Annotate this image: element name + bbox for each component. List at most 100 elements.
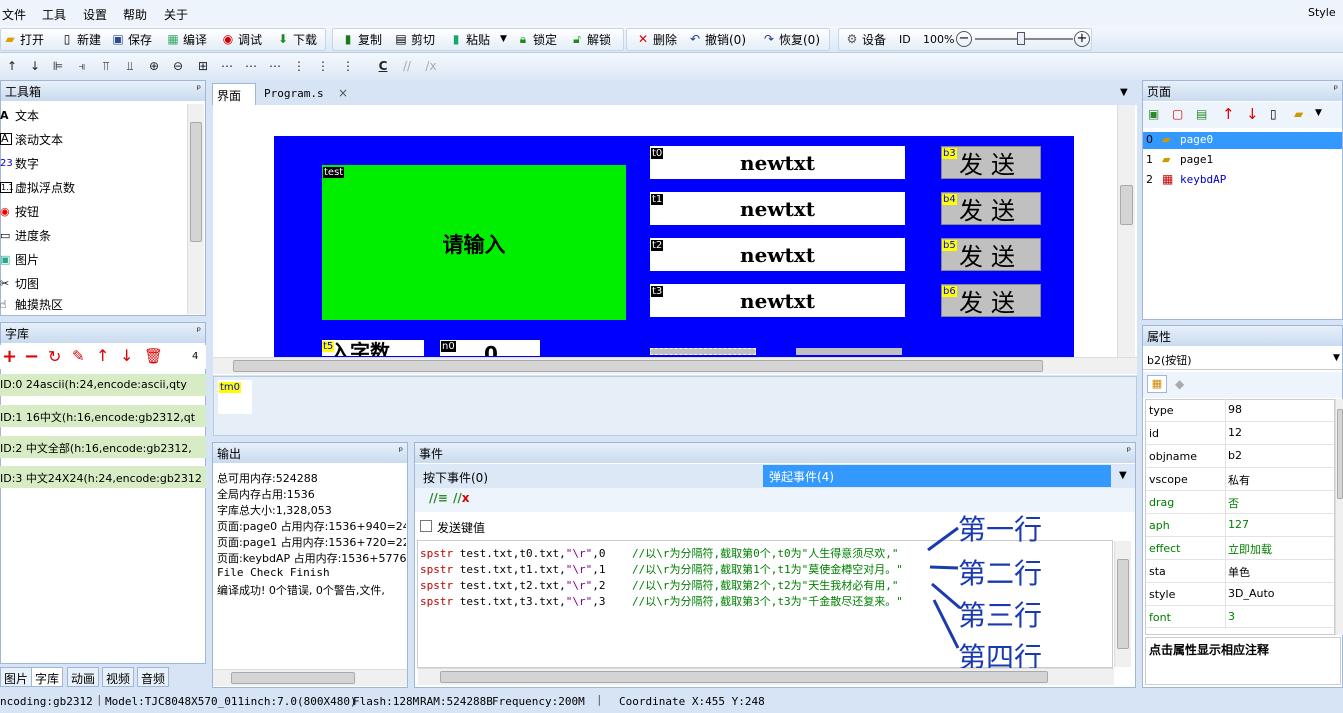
copy-page-icon[interactable]: ▯: [1270, 107, 1277, 121]
canvas-hscroll-thumb[interactable]: [233, 360, 1043, 372]
property-row-objname[interactable]: objname b2: [1146, 445, 1334, 468]
page-up-icon[interactable]: ↑: [1222, 105, 1235, 123]
tab-release-event[interactable]: 弹起事件(4): [763, 465, 1111, 487]
text-component-t5[interactable]: 入字数: [322, 340, 424, 356]
toolbox-item-hotspot[interactable]: ☝ 触摸热区: [0, 295, 63, 313]
menu-settings[interactable]: 设置: [83, 6, 107, 23]
id-toggle[interactable]: ID: [899, 30, 911, 48]
text-component-t2[interactable]: newtxt: [650, 238, 905, 271]
copy-button[interactable]: ▮ 复制: [341, 30, 382, 48]
font-up-icon[interactable]: ↑: [96, 346, 109, 365]
canvas-vscroll-thumb[interactable]: [1120, 185, 1133, 225]
pages-dropdown-icon[interactable]: ▼: [1315, 108, 1322, 118]
paste-dropdown-icon[interactable]: ▼: [500, 34, 507, 44]
code-vscroll-thumb[interactable]: [1117, 559, 1129, 649]
undo-button[interactable]: ↶ 撤销(0): [688, 30, 746, 48]
toolbox-item-progress[interactable]: ▭ 进度条: [0, 223, 51, 247]
menu-tools[interactable]: 工具: [42, 6, 66, 23]
property-row-vscope[interactable]: vscope 私有: [1146, 468, 1334, 491]
toolbox-item-crop[interactable]: ✂ 切图: [0, 271, 39, 295]
page-name[interactable]: keybdAP: [1180, 173, 1226, 186]
page-name[interactable]: page1: [1180, 153, 1213, 166]
object-selector[interactable]: b2(按钮) ▼: [1143, 348, 1342, 370]
edit-font-icon[interactable]: ✎: [72, 347, 85, 365]
refresh-font-icon[interactable]: ↻: [48, 347, 61, 366]
property-row-aph[interactable]: aph 127: [1146, 514, 1334, 537]
events-icon[interactable]: ◆: [1175, 377, 1184, 391]
menu-file[interactable]: 文件: [2, 6, 26, 23]
paste-button[interactable]: ▮ 粘贴 ▼: [449, 30, 507, 48]
property-row-drag[interactable]: drag 否: [1146, 491, 1334, 514]
code-line[interactable]: spstr test.txt,t3.txt,"\r",3 //以\r为分隔符,截…: [420, 593, 903, 609]
align-right-icon[interactable]: ⫣: [74, 58, 90, 74]
align-top-icon[interactable]: ⫪: [98, 58, 114, 74]
align-left-icon[interactable]: ⊫: [50, 58, 66, 74]
toolbox-item-picture[interactable]: ▣ 图片: [0, 247, 39, 271]
zoom-slider-thumb[interactable]: [1017, 32, 1025, 45]
canvas-hscroll[interactable]: [213, 357, 1137, 374]
events-dropdown-icon[interactable]: ▼: [1119, 470, 1127, 481]
code-vscroll[interactable]: [1114, 541, 1131, 667]
page-name[interactable]: page0: [1180, 133, 1213, 146]
cut-button[interactable]: ▤ 剪切: [394, 30, 435, 48]
partial-component[interactable]: [650, 348, 756, 355]
style-menu[interactable]: Style: [1308, 6, 1336, 19]
space-h2-icon[interactable]: ⋯: [243, 58, 259, 74]
font-row[interactable]: ID:1 16中文(h:16,encode:gb2312,qt: [0, 405, 206, 427]
toolbox-item-text[interactable]: A 文本: [0, 103, 39, 127]
property-row-effect[interactable]: effect 立即加载: [1146, 537, 1334, 560]
font-down-icon[interactable]: ↓: [120, 346, 133, 365]
toolbox-item-scrolltext[interactable]: A 滚动文本: [0, 127, 63, 151]
toolbox-scrollbar[interactable]: [187, 104, 204, 314]
space-h-icon[interactable]: ⋯: [219, 58, 235, 74]
page-row-selected[interactable]: [1143, 132, 1342, 149]
toolbox-item-button[interactable]: ◉ 按钮: [0, 199, 39, 223]
property-row-style[interactable]: style 3D_Auto: [1146, 583, 1334, 606]
code-line[interactable]: spstr test.txt,t2.txt,"\r",2 //以\r为分隔符,截…: [420, 577, 898, 593]
zoom-out-icon[interactable]: −: [956, 31, 972, 47]
tab-press-event[interactable]: 按下事件(0): [423, 469, 488, 486]
chevron-down-icon[interactable]: ▼: [1333, 353, 1340, 363]
insert-page-icon[interactable]: ▤: [1196, 107, 1207, 121]
tab-animation[interactable]: 动画: [67, 667, 100, 687]
pin-icon[interactable]: ᵖ: [399, 446, 403, 457]
uncomment-lines-icon[interactable]: //x: [453, 491, 470, 505]
code-hscroll[interactable]: [418, 668, 1114, 685]
menu-about[interactable]: 关于: [164, 6, 188, 23]
property-scroll-thumb[interactable]: [1337, 409, 1343, 499]
save-button[interactable]: ▣ 保存: [111, 30, 152, 48]
download-button[interactable]: ⬇ 下载: [276, 30, 317, 48]
space-v-icon[interactable]: ⋮: [291, 58, 307, 74]
center-h-icon[interactable]: ⊕: [146, 58, 162, 74]
pin-icon[interactable]: ᵖ: [197, 84, 201, 95]
font-row[interactable]: ID:2 中文全部(h:16,encode:gb2312,: [0, 436, 206, 458]
code-line[interactable]: spstr test.txt,t0.txt,"\r",0 //以\r为分隔符,截…: [420, 545, 898, 561]
toolbox-item-number[interactable]: 23 数字: [0, 151, 39, 175]
tab-fonts[interactable]: 字库: [31, 667, 64, 687]
partial-component[interactable]: [796, 348, 902, 355]
delete-page-icon[interactable]: ▢: [1172, 107, 1183, 121]
align-up-icon[interactable]: ↑: [4, 58, 20, 74]
grid-icon[interactable]: ⊞: [195, 58, 211, 74]
property-scrollbar[interactable]: [1335, 399, 1343, 635]
font-row[interactable]: ID:3 中文24X24(h:24,encode:gb2312: [0, 466, 206, 488]
lock-button[interactable]: 🔒︎ 锁定: [516, 30, 557, 48]
code-hscroll-thumb[interactable]: [440, 671, 1048, 683]
device-button[interactable]: ⚙ 设备: [845, 30, 886, 48]
space-v3-icon[interactable]: ⋮: [340, 58, 356, 74]
add-page-icon[interactable]: ▣: [1148, 107, 1159, 121]
close-tab-icon[interactable]: ×: [338, 86, 348, 100]
delete-button[interactable]: ✕ 删除: [636, 30, 677, 48]
tab-video[interactable]: 视频: [102, 667, 135, 687]
menu-help[interactable]: 帮助: [123, 6, 147, 23]
text-component-t3[interactable]: newtxt: [650, 284, 905, 317]
comment-lines-icon[interactable]: //≡: [429, 491, 448, 505]
code-line[interactable]: spstr test.txt,t1.txt,"\r",1 //以\r为分隔符,截…: [420, 561, 903, 577]
tab-program[interactable]: Program.s: [264, 87, 324, 100]
categorized-icon[interactable]: ▦: [1147, 375, 1167, 393]
toolbox-item-float[interactable]: 1.1 虚拟浮点数: [0, 175, 75, 199]
send-key-checkbox[interactable]: [420, 520, 432, 532]
open-button[interactable]: ▰ 打开: [3, 30, 44, 48]
page-down-icon[interactable]: ↓: [1246, 105, 1259, 123]
center-v-icon[interactable]: ⊖: [170, 58, 186, 74]
